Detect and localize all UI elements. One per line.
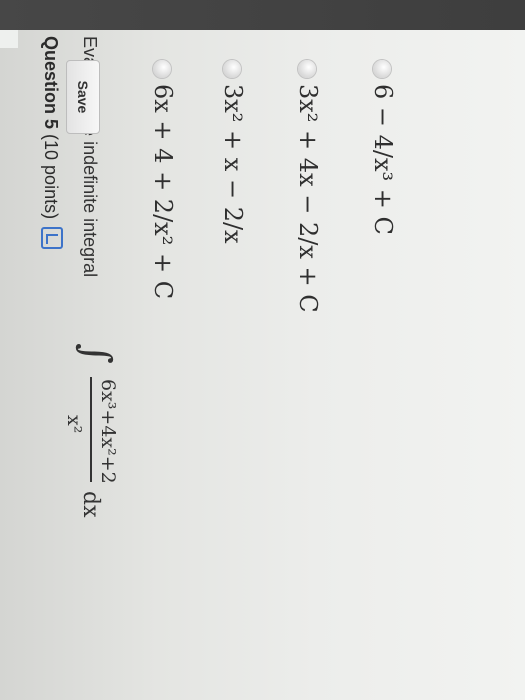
answer-option-2[interactable]: 3x² + x − 2/x xyxy=(205,60,255,460)
question-points: (10 points) xyxy=(41,134,61,220)
answer-option-text: 3x² + 4x − 2/x + C xyxy=(294,84,322,313)
fraction-bar xyxy=(90,377,92,482)
question-number: Question 5 xyxy=(41,36,61,130)
integral-expression: ∫ 6x³+4x²+2 x² dx xyxy=(55,343,125,533)
answer-option-1[interactable]: 6x + 4 + 2/x² + C xyxy=(135,60,185,460)
save-button[interactable]: Save xyxy=(66,60,100,134)
integral-sign: ∫ xyxy=(73,343,119,364)
answer-option-text: 6x + 4 + 2/x² + C xyxy=(149,84,177,300)
question-panel: Question 5 (10 points) Evaluate the inde… xyxy=(0,0,525,700)
book-icon[interactable] xyxy=(41,227,63,249)
integral-differential: dx xyxy=(78,491,103,518)
answer-option-3[interactable]: 3x² + 4x − 2/x + C xyxy=(280,60,330,460)
radio-button[interactable] xyxy=(153,60,171,78)
answer-option-text: 6 − 4/x³ + C xyxy=(369,84,397,235)
answer-option-4[interactable]: 6 − 4/x³ + C xyxy=(355,60,405,460)
radio-button[interactable] xyxy=(298,60,316,78)
integral-numerator: 6x³+4x²+2 xyxy=(97,379,119,484)
radio-button[interactable] xyxy=(373,60,391,78)
question-title: Question 5 (10 points) xyxy=(40,36,61,219)
integral-denominator: x² xyxy=(63,415,85,434)
answer-option-text: 3x² + x − 2/x xyxy=(219,84,247,244)
radio-button[interactable] xyxy=(223,60,241,78)
